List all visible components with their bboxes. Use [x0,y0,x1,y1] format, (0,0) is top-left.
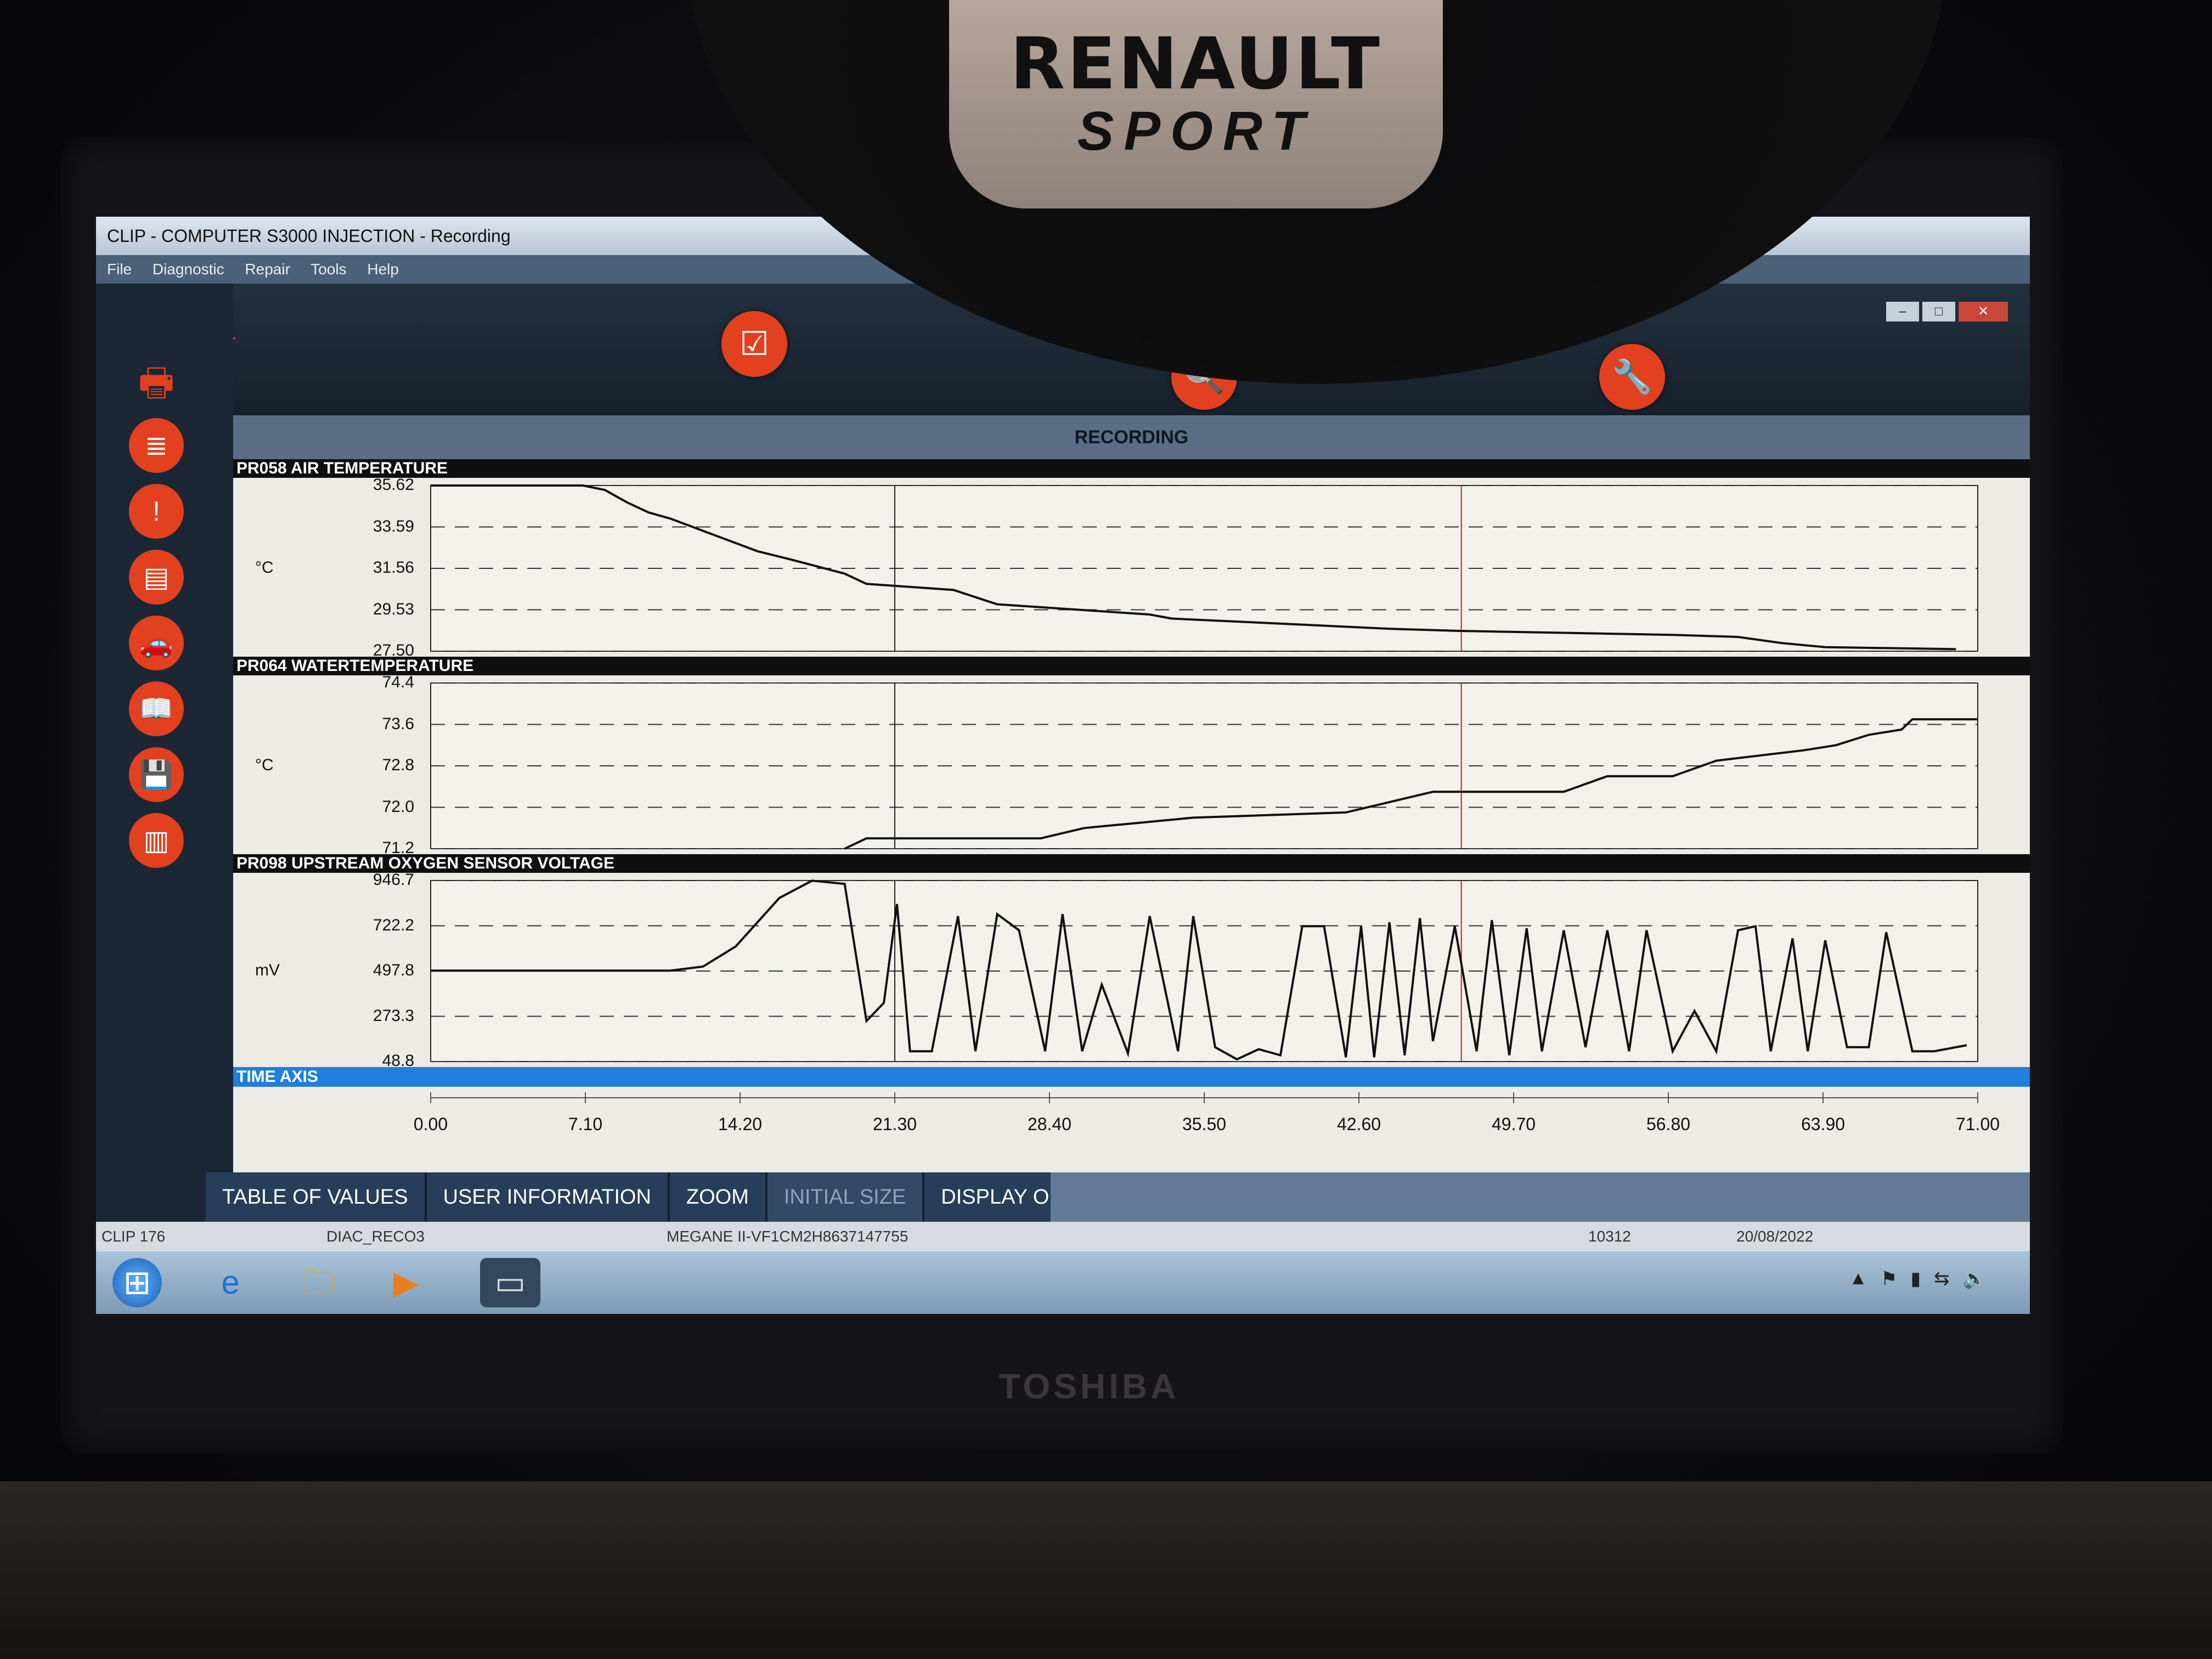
y-tick-label: 72.0 [382,797,414,816]
time-axis-line [430,1092,1978,1103]
y-tick-label: 74.4 [382,673,414,691]
menu-tools[interactable]: Tools [311,261,346,278]
chart-plot [430,879,1978,1062]
clip-app-icon[interactable]: ▭ [480,1258,540,1307]
steering-wheel-badge: RENAULT SPORT [949,0,1443,208]
x-tick-label: 63.90 [1801,1114,1846,1134]
wheel-brand-line1: RENAULT [1010,22,1382,105]
y-tick-label: 73.6 [382,714,414,733]
barcode-icon[interactable]: ▥ [129,813,184,868]
chart-plot [430,484,1978,652]
x-tick-label: 49.70 [1491,1114,1536,1134]
y-tick-label: 72.8 [382,756,414,774]
x-tick-label: 0.00 [413,1114,448,1134]
bottom-bar-fill [1051,1172,2030,1222]
printer-icon[interactable]: 🖶 [129,355,184,410]
minimize-button[interactable]: – [1886,302,1919,321]
y-tick-label: 29.53 [373,600,414,618]
axis-unit-label: °C [255,558,274,577]
action-center-flag-icon[interactable]: ⚑ [1881,1268,1897,1290]
file-explorer-icon[interactable]: 🗀 [294,1258,343,1307]
x-tick-label: 71.00 [1955,1114,2000,1134]
menu-repair[interactable]: Repair [245,261,290,278]
menu-file[interactable]: File [107,261,132,278]
wrench-icon[interactable]: 🔧 [1599,344,1665,410]
axis-unit-label: °C [255,756,274,774]
checklist-icon[interactable]: ☑ [721,311,787,377]
tray-arrow-icon[interactable]: ▲ [1849,1268,1867,1290]
y-tick-label: 33.59 [373,517,414,535]
screen: CLIP - COMPUTER S3000 INJECTION - Record… [96,217,2030,1314]
volume-icon[interactable]: 🔈 [1963,1268,1986,1290]
x-tick-label: 28.40 [1027,1114,1072,1134]
x-tick-label: 56.80 [1646,1114,1691,1134]
fault-warning-icon[interactable]: ! [129,484,184,539]
vehicle-save-icon[interactable]: 💾 [129,747,184,802]
status-bar: CLIP 176 DIAC_RECO3 MEGANE II-VF1CM2H863… [96,1222,2030,1251]
chart-oxygen-sensor-voltage: PR098 UPSTREAM OXYGEN SENSOR VOLTAGE mV 9… [233,854,2030,1070]
x-tick-label: 42.60 [1336,1114,1381,1134]
y-tick-label: 497.8 [373,961,414,979]
chart-water-temperature: PR064 WATERTEMPERATURE °C 74.4 73.6 72.8 72.… [233,657,2030,857]
time-axis: 0.00 7.10 14.20 21.30 28.40 35.50 42.60 49.70 56… [233,1087,2030,1172]
x-tick-label: 14.20 [718,1114,763,1134]
initial-size-button[interactable]: INITIAL SIZE [767,1172,925,1222]
x-tick-label: 21.30 [872,1114,917,1134]
documentation-book-icon[interactable]: 📖 [129,681,184,736]
graph-area: PR058 AIR TEMPERATURE °C 35.62 33.59 31.56 2… [233,459,2030,1172]
x-tick-label: 35.50 [1182,1114,1227,1134]
status-vehicle: MEGANE II-VF1CM2H8637147755 [667,1228,909,1245]
y-tick-label: 946.7 [373,871,414,889]
status-session: DIAC_RECO3 [326,1228,425,1245]
chart-air-temperature: PR058 AIR TEMPERATURE °C 35.62 33.59 31.56 2… [233,459,2030,659]
user-information-button[interactable]: USER INFORMATION [426,1172,670,1222]
recording-label: RECORDING [233,415,2030,459]
taskbar: ⊞ e 🗀 ▶ ▭ ▲ ⚑ ▮ ⇆ 🔈 [96,1251,2030,1314]
chart-plot [430,682,1978,850]
status-clip: CLIP 176 [101,1228,166,1245]
identification-icon[interactable]: ≣ [129,418,184,473]
laptop-keyboard [0,1481,2212,1659]
chart-title: PR064 WATERTEMPERATURE [233,657,2030,675]
battery-icon[interactable]: ▮ [1910,1268,1921,1290]
bottom-button-bar: TABLE OF VALUES USER INFORMATION ZOOM IN… [206,1172,1127,1222]
y-tick-label: 722.2 [373,916,414,934]
table-of-values-button[interactable]: TABLE OF VALUES [206,1172,427,1222]
internet-explorer-icon[interactable]: e [206,1258,255,1307]
time-axis-label: TIME AXIS [233,1067,2030,1087]
network-icon[interactable]: ⇆ [1934,1268,1950,1290]
window-controls: – □ ✕ [1886,302,2008,321]
menu-diagnostic[interactable]: Diagnostic [153,261,224,278]
menu-help[interactable]: Help [367,261,399,278]
maximize-button[interactable]: □ [1922,302,1955,321]
wheel-brand-line2: SPORT [1077,100,1315,162]
axis-unit-label: mV [255,961,280,979]
status-code: 10312 [1588,1228,1631,1245]
y-tick-label: 273.3 [373,1006,414,1025]
close-button[interactable]: ✕ [1959,302,2008,321]
measures-icon[interactable]: ▤ [129,550,184,605]
y-tick-label: 35.62 [373,476,414,494]
system-tray: ▲ ⚑ ▮ ⇆ 🔈 [1849,1268,1986,1290]
sidebar: 🖶 ≣ ! ▤ 🚗 📖 💾 ▥ [96,284,233,1244]
status-date: 20/08/2022 [1736,1228,1814,1245]
chart-title: PR098 UPSTREAM OXYGEN SENSOR VOLTAGE [233,854,2030,873]
chart-title: PR058 AIR TEMPERATURE [233,459,2030,478]
laptop-brand: TOSHIBA [998,1367,1180,1406]
start-button-icon[interactable]: ⊞ [112,1258,162,1307]
zoom-button[interactable]: ZOOM [669,1172,768,1222]
media-player-icon[interactable]: ▶ [381,1258,431,1307]
y-tick-label: 31.56 [373,558,414,577]
vehicle-icon[interactable]: 🚗 [129,616,184,670]
x-tick-label: 7.10 [568,1114,603,1134]
